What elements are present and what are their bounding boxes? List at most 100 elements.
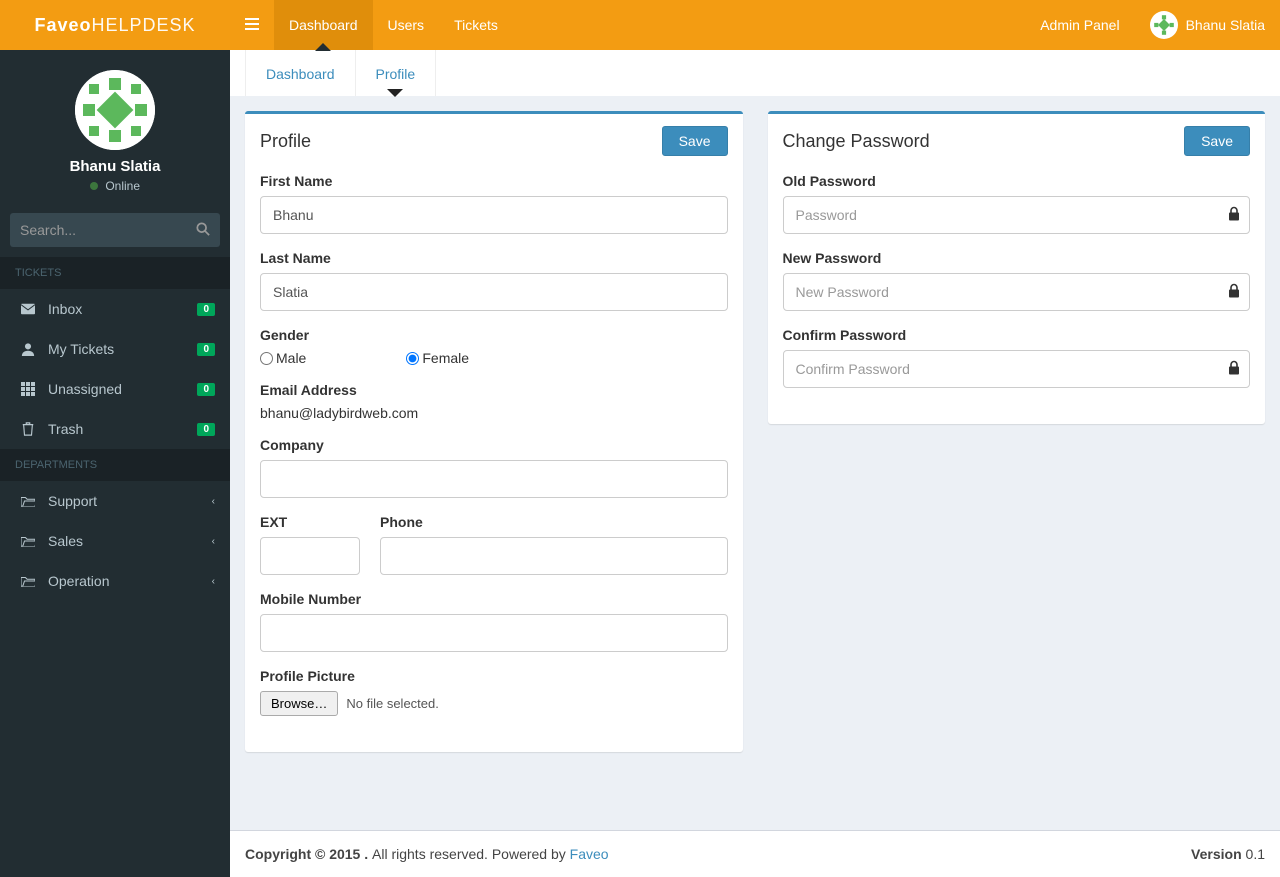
password-box-header: Change Password Save xyxy=(768,114,1266,168)
profile-save-button[interactable]: Save xyxy=(662,126,728,156)
gender-male-option[interactable]: Male xyxy=(260,350,306,366)
sidebar-user-panel: Bhanu Slatia Online xyxy=(0,50,230,203)
sidebar-toggle[interactable] xyxy=(230,0,274,50)
sidebar-item-label: Unassigned xyxy=(48,381,197,397)
nav-tickets[interactable]: Tickets xyxy=(439,0,513,50)
sidebar-item-inbox[interactable]: Inbox 0 xyxy=(0,289,230,329)
last-name-input[interactable] xyxy=(260,273,728,311)
user-avatar-large-icon xyxy=(75,70,155,150)
nav-admin-panel[interactable]: Admin Panel xyxy=(1025,0,1134,50)
sidebar-item-sales[interactable]: Sales ‹ xyxy=(0,521,230,561)
sidebar: Bhanu Slatia Online TICKETS Inbox 0 My T… xyxy=(0,50,230,877)
sidebar-item-label: Inbox xyxy=(48,301,197,317)
sidebar-item-label: Support xyxy=(48,493,212,509)
ext-label: EXT xyxy=(260,514,360,530)
tabs-bar: Dashboard Profile xyxy=(230,50,1280,96)
footer-rights: All rights reserved. Powered by xyxy=(372,846,570,862)
sidebar-item-trash[interactable]: Trash 0 xyxy=(0,409,230,449)
footer-version-label: Version xyxy=(1191,846,1242,862)
gender-female-option[interactable]: Female xyxy=(406,350,469,366)
mobile-label: Mobile Number xyxy=(260,591,728,607)
sidebar-menu-tickets: Inbox 0 My Tickets 0 Unassigned 0 Trash … xyxy=(0,289,230,449)
new-password-input[interactable] xyxy=(783,273,1251,311)
old-password-label: Old Password xyxy=(783,173,1251,189)
trash-icon xyxy=(18,422,38,436)
password-box-body: Old Password New Password xyxy=(768,168,1266,424)
confirm-password-input[interactable] xyxy=(783,350,1251,388)
sidebar-item-label: Operation xyxy=(48,573,212,589)
footer-version: 0.1 xyxy=(1246,846,1265,862)
last-name-label: Last Name xyxy=(260,250,728,266)
gender-male-radio[interactable] xyxy=(260,352,273,365)
sidebar-user-status: Online xyxy=(10,179,220,193)
sidebar-header-departments: DEPARTMENTS xyxy=(0,449,230,481)
sidebar-user-name: Bhanu Slatia xyxy=(10,158,220,175)
nav-dashboard[interactable]: Dashboard xyxy=(274,0,373,50)
profile-title: Profile xyxy=(260,131,311,152)
new-password-label: New Password xyxy=(783,250,1251,266)
sidebar-item-operation[interactable]: Operation ‹ xyxy=(0,561,230,601)
badge: 0 xyxy=(197,303,215,316)
profile-box-body: First Name Last Name Gender xyxy=(245,168,743,752)
sidebar-search-button[interactable] xyxy=(186,213,220,247)
content-wrapper: Dashboard Profile Profile Save First Nam… xyxy=(230,50,1280,877)
ext-input[interactable] xyxy=(260,537,360,575)
user-menu-name: Bhanu Slatia xyxy=(1186,17,1265,33)
gender-female-radio[interactable] xyxy=(406,352,419,365)
folder-open-icon xyxy=(18,534,38,548)
grid-icon xyxy=(18,382,38,396)
badge: 0 xyxy=(197,343,215,356)
tab-profile[interactable]: Profile xyxy=(356,50,437,96)
gender-radio-row: Male Female xyxy=(260,350,728,366)
mobile-input[interactable] xyxy=(260,614,728,652)
sidebar-item-label: My Tickets xyxy=(48,341,197,357)
sidebar-menu-departments: Support ‹ Sales ‹ Operation ‹ xyxy=(0,481,230,601)
sidebar-item-label: Trash xyxy=(48,421,197,437)
user-icon xyxy=(18,342,38,356)
user-avatar-small-icon xyxy=(1150,11,1178,39)
browse-button[interactable]: Browse… xyxy=(260,691,338,716)
company-label: Company xyxy=(260,437,728,453)
file-status-text: No file selected. xyxy=(346,696,439,711)
sidebar-item-unassigned[interactable]: Unassigned 0 xyxy=(0,369,230,409)
profile-box-header: Profile Save xyxy=(245,114,743,168)
sidebar-item-my-tickets[interactable]: My Tickets 0 xyxy=(0,329,230,369)
profile-column: Profile Save First Name Last Name xyxy=(245,111,743,767)
online-dot-icon xyxy=(90,182,98,190)
password-box: Change Password Save Old Password N xyxy=(768,111,1266,424)
phone-input[interactable] xyxy=(380,537,728,575)
content: Profile Save First Name Last Name xyxy=(230,96,1280,830)
sidebar-search-form xyxy=(10,213,220,247)
chevron-left-icon: ‹ xyxy=(212,536,215,547)
folder-open-icon xyxy=(18,574,38,588)
user-menu[interactable]: Bhanu Slatia xyxy=(1135,0,1280,50)
envelope-icon xyxy=(18,302,38,316)
sidebar-item-support[interactable]: Support ‹ xyxy=(0,481,230,521)
chevron-left-icon: ‹ xyxy=(212,576,215,587)
nav-users[interactable]: Users xyxy=(373,0,440,50)
password-column: Change Password Save Old Password N xyxy=(768,111,1266,439)
password-title: Change Password xyxy=(783,131,930,152)
confirm-password-label: Confirm Password xyxy=(783,327,1251,343)
footer-faveo-link[interactable]: Faveo xyxy=(570,846,609,862)
password-save-button[interactable]: Save xyxy=(1184,126,1250,156)
tab-dashboard[interactable]: Dashboard xyxy=(245,50,356,96)
phone-label: Phone xyxy=(380,514,728,530)
nav-right: Admin Panel Bhanu Slatia xyxy=(1025,0,1280,50)
top-navbar: Dashboard Users Tickets Admin Panel Bhan… xyxy=(230,0,1280,50)
badge: 0 xyxy=(197,423,215,436)
sidebar-item-label: Sales xyxy=(48,533,212,549)
company-input[interactable] xyxy=(260,460,728,498)
sidebar-header-tickets: TICKETS xyxy=(0,257,230,289)
picture-label: Profile Picture xyxy=(260,668,728,684)
badge: 0 xyxy=(197,383,215,396)
logo[interactable]: Faveo HELPDESK xyxy=(0,0,230,50)
main-header: Faveo HELPDESK Dashboard Users Tickets A… xyxy=(0,0,1280,50)
old-password-input[interactable] xyxy=(783,196,1251,234)
first-name-input[interactable] xyxy=(260,196,728,234)
footer-left: Copyright © 2015 . All rights reserved. … xyxy=(245,846,609,862)
footer: Copyright © 2015 . All rights reserved. … xyxy=(230,830,1280,877)
email-label: Email Address xyxy=(260,382,728,398)
content-row: Profile Save First Name Last Name xyxy=(245,111,1265,767)
folder-open-icon xyxy=(18,494,38,508)
